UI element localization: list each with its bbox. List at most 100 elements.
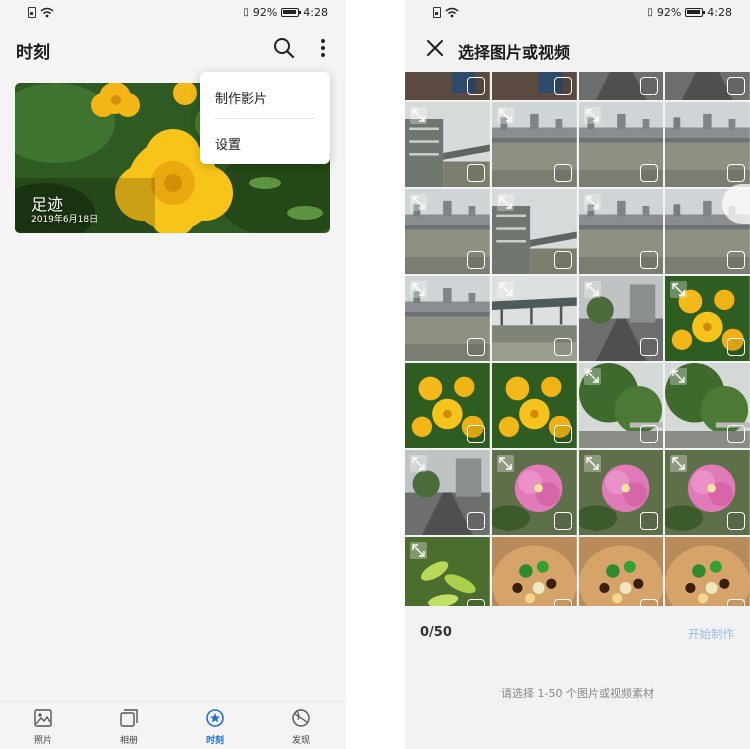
expand-preview-icon[interactable] bbox=[496, 455, 514, 472]
media-thumbnail[interactable] bbox=[491, 537, 577, 606]
select-media-screen: ▯ 92% 4:28 选择图片或视频 0/50 开始制作 请选择 1-50 个图… bbox=[405, 0, 750, 749]
media-thumbnail[interactable] bbox=[405, 189, 490, 274]
media-thumbnail[interactable] bbox=[665, 537, 750, 606]
expand-preview-icon[interactable] bbox=[496, 281, 514, 298]
expand-preview-icon[interactable] bbox=[583, 281, 601, 298]
select-checkbox[interactable] bbox=[553, 425, 572, 443]
nav-label-photos: 照片 bbox=[33, 736, 52, 746]
media-thumbnail[interactable] bbox=[578, 450, 664, 535]
select-checkbox[interactable] bbox=[727, 164, 745, 182]
media-thumbnail[interactable] bbox=[491, 276, 577, 361]
select-checkbox[interactable] bbox=[466, 251, 485, 269]
media-thumbnail[interactable] bbox=[665, 363, 750, 448]
clock: 4:28 bbox=[707, 6, 732, 19]
media-thumbnail[interactable] bbox=[665, 72, 750, 100]
media-thumbnail[interactable] bbox=[491, 72, 577, 100]
sim-icon bbox=[433, 7, 441, 18]
battery-percent: 92% bbox=[252, 6, 278, 19]
selection-hint: 请选择 1-50 个图片或视频素材 bbox=[501, 687, 654, 700]
media-thumbnail[interactable] bbox=[405, 102, 490, 187]
more-options-icon[interactable] bbox=[316, 36, 330, 60]
expand-preview-icon[interactable] bbox=[410, 281, 427, 298]
select-checkbox[interactable] bbox=[640, 77, 659, 95]
media-thumbnail[interactable] bbox=[578, 363, 664, 448]
select-checkbox[interactable] bbox=[727, 338, 745, 356]
expand-preview-icon[interactable] bbox=[670, 281, 688, 298]
select-checkbox[interactable] bbox=[466, 164, 485, 182]
media-thumbnail[interactable] bbox=[491, 102, 577, 187]
photo-icon bbox=[34, 709, 52, 727]
vibrate-icon: ▯ bbox=[243, 7, 249, 18]
media-thumbnail[interactable] bbox=[405, 72, 490, 100]
select-checkbox[interactable] bbox=[553, 512, 572, 530]
select-checkbox[interactable] bbox=[553, 251, 572, 269]
moments-star-icon bbox=[206, 709, 224, 727]
select-checkbox[interactable] bbox=[466, 77, 485, 95]
select-checkbox[interactable] bbox=[640, 512, 659, 530]
media-thumbnail[interactable] bbox=[578, 102, 664, 187]
expand-preview-icon[interactable] bbox=[410, 542, 427, 559]
nav-tab-albums[interactable]: 相册 bbox=[86, 702, 172, 749]
media-thumbnail[interactable] bbox=[405, 276, 490, 361]
select-checkbox[interactable] bbox=[553, 164, 572, 182]
media-thumbnail[interactable] bbox=[491, 189, 577, 274]
media-thumbnail[interactable] bbox=[578, 72, 664, 100]
start-making-button[interactable]: 开始制作 bbox=[688, 626, 734, 642]
media-thumbnail[interactable] bbox=[665, 450, 750, 535]
expand-preview-icon[interactable] bbox=[410, 455, 427, 472]
expand-preview-icon[interactable] bbox=[670, 455, 688, 472]
select-checkbox[interactable] bbox=[553, 77, 572, 95]
expand-preview-icon[interactable] bbox=[583, 455, 601, 472]
nav-tab-discover[interactable]: 发现 bbox=[258, 702, 344, 749]
page-title: 时刻 bbox=[16, 43, 50, 63]
media-thumbnail[interactable] bbox=[578, 276, 664, 361]
expand-preview-icon[interactable] bbox=[496, 194, 514, 211]
select-checkbox[interactable] bbox=[640, 425, 659, 443]
media-thumbnail[interactable] bbox=[405, 537, 490, 606]
media-grid bbox=[405, 72, 750, 606]
select-checkbox[interactable] bbox=[640, 599, 659, 606]
select-checkbox[interactable] bbox=[553, 338, 572, 356]
close-icon[interactable] bbox=[423, 36, 447, 60]
battery-percent: 92% bbox=[656, 6, 682, 19]
select-checkbox[interactable] bbox=[640, 338, 659, 356]
menu-divider bbox=[215, 118, 315, 119]
select-checkbox[interactable] bbox=[727, 599, 745, 606]
media-thumbnail[interactable] bbox=[405, 450, 490, 535]
select-checkbox[interactable] bbox=[553, 599, 572, 606]
select-checkbox[interactable] bbox=[640, 251, 659, 269]
menu-item-make-movie[interactable]: 制作影片 bbox=[215, 88, 267, 107]
media-thumbnail[interactable] bbox=[491, 363, 577, 448]
select-checkbox[interactable] bbox=[466, 512, 485, 530]
battery-icon bbox=[685, 8, 706, 17]
page-title: 选择图片或视频 bbox=[458, 43, 571, 62]
expand-preview-icon[interactable] bbox=[583, 107, 601, 124]
select-checkbox[interactable] bbox=[727, 251, 745, 269]
expand-preview-icon[interactable] bbox=[410, 194, 427, 211]
media-thumbnail[interactable] bbox=[578, 189, 664, 274]
album-icon bbox=[120, 709, 138, 727]
overflow-menu: 制作影片 设置 bbox=[200, 72, 330, 164]
expand-preview-icon[interactable] bbox=[583, 194, 601, 211]
expand-preview-icon[interactable] bbox=[410, 107, 427, 124]
expand-preview-icon[interactable] bbox=[583, 368, 601, 385]
app-bar: 选择图片或视频 bbox=[405, 28, 750, 72]
select-checkbox[interactable] bbox=[727, 512, 745, 530]
search-icon[interactable] bbox=[272, 36, 296, 60]
media-thumbnail[interactable] bbox=[665, 276, 750, 361]
media-thumbnail[interactable] bbox=[578, 537, 664, 606]
select-checkbox[interactable] bbox=[466, 599, 485, 606]
select-checkbox[interactable] bbox=[466, 425, 485, 443]
nav-tab-moments[interactable]: 时刻 bbox=[172, 702, 258, 749]
select-checkbox[interactable] bbox=[727, 77, 745, 95]
media-thumbnail[interactable] bbox=[665, 102, 750, 187]
expand-preview-icon[interactable] bbox=[496, 107, 514, 124]
media-thumbnail[interactable] bbox=[491, 450, 577, 535]
expand-preview-icon[interactable] bbox=[670, 368, 688, 385]
media-thumbnail[interactable] bbox=[405, 363, 490, 448]
select-checkbox[interactable] bbox=[727, 425, 745, 443]
select-checkbox[interactable] bbox=[640, 164, 659, 182]
nav-tab-photos[interactable]: 照片 bbox=[0, 702, 86, 749]
select-checkbox[interactable] bbox=[466, 338, 485, 356]
menu-item-settings[interactable]: 设置 bbox=[215, 134, 241, 153]
